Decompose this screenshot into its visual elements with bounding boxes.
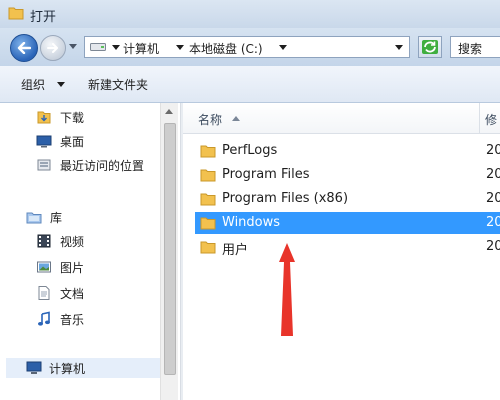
sidebar-item-recent-places[interactable]: 最近访问的位置 bbox=[36, 155, 160, 175]
file-date: 20 bbox=[486, 239, 500, 254]
address-history-dropdown[interactable] bbox=[395, 45, 403, 50]
file-date: 20 bbox=[486, 167, 500, 182]
breadcrumb-separator-icon[interactable] bbox=[176, 45, 184, 50]
organize-menu[interactable]: 组织 bbox=[21, 76, 45, 93]
music-icon bbox=[38, 311, 50, 326]
sidebar-item-documents[interactable]: 文档 bbox=[36, 283, 160, 303]
documents-icon bbox=[38, 286, 50, 300]
file-name: PerfLogs bbox=[222, 143, 278, 158]
column-header-name[interactable]: 名称 bbox=[198, 111, 222, 128]
sidebar-item-label: 文档 bbox=[60, 287, 85, 301]
folder-icon bbox=[200, 169, 216, 182]
breadcrumb-separator-icon[interactable] bbox=[112, 45, 120, 50]
drive-icon bbox=[90, 43, 106, 51]
file-name: Program Files bbox=[222, 167, 310, 182]
navigation-pane: 下载 桌面 最近访问的位置 库 视频 图片 文档 音乐 计算机 bbox=[0, 103, 180, 400]
file-row-users[interactable]: 用户 20 bbox=[195, 236, 500, 258]
folder-icon bbox=[200, 193, 216, 206]
sidebar-item-label: 库 bbox=[50, 211, 63, 225]
sidebar-item-label: 视频 bbox=[60, 235, 85, 249]
sidebar-item-computer[interactable]: 计算机 bbox=[6, 358, 160, 378]
computer-icon bbox=[26, 361, 42, 374]
folder-icon bbox=[200, 217, 216, 230]
file-date: 20 bbox=[486, 191, 500, 206]
navigation-bar: 计算机 本地磁盘 (C:) 搜索 bbox=[0, 28, 500, 67]
column-header-date-modified[interactable]: 修 bbox=[485, 111, 497, 128]
new-folder-button[interactable]: 新建文件夹 bbox=[88, 76, 148, 93]
breadcrumb-computer[interactable]: 计算机 bbox=[123, 40, 159, 57]
sidebar-item-label: 计算机 bbox=[49, 362, 86, 376]
title-bar: 打开 bbox=[0, 0, 500, 28]
libraries-icon bbox=[26, 212, 42, 224]
scrollbar-thumb[interactable] bbox=[164, 123, 176, 375]
search-box[interactable]: 搜索 bbox=[450, 36, 500, 58]
scroll-up-icon[interactable] bbox=[165, 109, 173, 114]
refresh-button[interactable] bbox=[418, 36, 442, 58]
sidebar-item-pictures[interactable]: 图片 bbox=[36, 257, 160, 277]
pictures-icon bbox=[37, 261, 51, 273]
file-row-perflogs[interactable]: PerfLogs 20 bbox=[195, 140, 500, 162]
sidebar-item-label: 图片 bbox=[60, 261, 85, 275]
open-file-dialog: 打开 计算机 本地磁盘 (C:) 搜索 组织 新建文件夹 下载 桌面 最近访问的… bbox=[0, 0, 500, 400]
recent-pages-dropdown[interactable] bbox=[69, 44, 77, 49]
forward-button[interactable] bbox=[40, 35, 66, 61]
sidebar-item-label: 下载 bbox=[60, 111, 85, 125]
sidebar-item-libraries[interactable]: 库 bbox=[26, 207, 160, 227]
videos-icon bbox=[37, 234, 51, 248]
file-date: 20 bbox=[486, 215, 500, 230]
chevron-down-icon[interactable] bbox=[57, 82, 65, 87]
breadcrumb-separator-icon[interactable] bbox=[279, 45, 287, 50]
file-row-windows[interactable]: Windows 20 bbox=[195, 212, 500, 234]
command-toolbar: 组织 新建文件夹 bbox=[0, 66, 500, 103]
recent-places-icon bbox=[37, 159, 51, 171]
downloads-folder-icon bbox=[37, 111, 51, 124]
file-row-program-files-x86[interactable]: Program Files (x86) 20 bbox=[195, 188, 500, 210]
file-date: 20 bbox=[486, 143, 500, 158]
window-title: 打开 bbox=[30, 10, 57, 25]
sidebar-item-label: 桌面 bbox=[60, 135, 85, 149]
desktop-icon bbox=[36, 135, 52, 148]
address-bar[interactable]: 计算机 本地磁盘 (C:) bbox=[84, 36, 410, 58]
sidebar-item-desktop[interactable]: 桌面 bbox=[36, 131, 160, 151]
search-placeholder: 搜索 bbox=[458, 42, 483, 56]
sidebar-item-music[interactable]: 音乐 bbox=[36, 309, 160, 329]
arrow-left-icon bbox=[17, 42, 31, 54]
navigation-pane-scrollbar[interactable] bbox=[160, 103, 178, 400]
sidebar-item-videos[interactable]: 视频 bbox=[36, 231, 160, 251]
back-button[interactable] bbox=[10, 34, 38, 62]
folder-icon bbox=[200, 145, 216, 158]
arrow-right-icon bbox=[47, 43, 58, 53]
folder-icon bbox=[200, 241, 216, 254]
file-name: Windows bbox=[222, 215, 281, 230]
breadcrumb-local-disk[interactable]: 本地磁盘 (C:) bbox=[189, 40, 263, 57]
refresh-icon bbox=[422, 40, 438, 54]
file-name: 用户 bbox=[222, 243, 249, 258]
column-divider[interactable] bbox=[479, 103, 480, 133]
file-row-program-files[interactable]: Program Files 20 bbox=[195, 164, 500, 186]
file-name: Program Files (x86) bbox=[222, 191, 349, 206]
sort-ascending-icon bbox=[232, 116, 240, 121]
sidebar-item-label: 音乐 bbox=[60, 313, 85, 327]
column-header-bar: 名称 修 bbox=[183, 103, 500, 134]
file-list: 名称 修 PerfLogs 20 Program Files 20 Progra… bbox=[183, 103, 500, 400]
sidebar-item-label: 最近访问的位置 bbox=[60, 159, 145, 173]
sidebar-item-downloads[interactable]: 下载 bbox=[36, 107, 160, 127]
folder-icon bbox=[8, 7, 24, 20]
